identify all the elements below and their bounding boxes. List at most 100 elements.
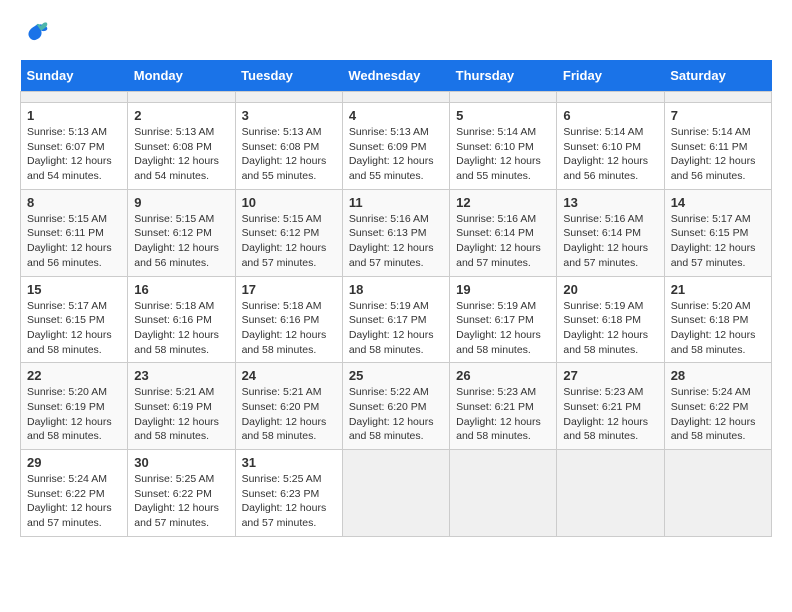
day-cell: 7 Sunrise: 5:14 AM Sunset: 6:11 PM Daylig… — [664, 103, 771, 190]
day-cell: 12 Sunrise: 5:16 AM Sunset: 6:14 PM Dayli… — [450, 189, 557, 276]
day-info: Sunrise: 5:19 AM Sunset: 6:18 PM Dayligh… — [563, 299, 657, 358]
day-info: Sunrise: 5:20 AM Sunset: 6:18 PM Dayligh… — [671, 299, 765, 358]
day-number: 7 — [671, 108, 765, 123]
calendar-table: SundayMondayTuesdayWednesdayThursdayFrid… — [20, 60, 772, 537]
day-number: 27 — [563, 368, 657, 383]
col-header-saturday: Saturday — [664, 60, 771, 92]
day-number: 23 — [134, 368, 228, 383]
day-info: Sunrise: 5:25 AM Sunset: 6:23 PM Dayligh… — [242, 472, 336, 531]
day-info: Sunrise: 5:17 AM Sunset: 6:15 PM Dayligh… — [671, 212, 765, 271]
day-cell: 25 Sunrise: 5:22 AM Sunset: 6:20 PM Dayli… — [342, 363, 449, 450]
day-number: 8 — [27, 195, 121, 210]
day-cell — [664, 450, 771, 537]
day-cell: 27 Sunrise: 5:23 AM Sunset: 6:21 PM Dayli… — [557, 363, 664, 450]
day-info: Sunrise: 5:13 AM Sunset: 6:07 PM Dayligh… — [27, 125, 121, 184]
day-number: 10 — [242, 195, 336, 210]
day-cell — [450, 450, 557, 537]
day-cell: 28 Sunrise: 5:24 AM Sunset: 6:22 PM Dayli… — [664, 363, 771, 450]
day-info: Sunrise: 5:16 AM Sunset: 6:14 PM Dayligh… — [456, 212, 550, 271]
day-number: 25 — [349, 368, 443, 383]
day-number: 18 — [349, 282, 443, 297]
day-info: Sunrise: 5:16 AM Sunset: 6:14 PM Dayligh… — [563, 212, 657, 271]
col-header-thursday: Thursday — [450, 60, 557, 92]
logo-bird-icon — [20, 20, 50, 50]
day-cell: 19Sunrise: 5:19 AM Sunset: 6:17 PM Dayli… — [450, 276, 557, 363]
day-number: 16 — [134, 282, 228, 297]
day-cell: 31 Sunrise: 5:25 AM Sunset: 6:23 PM Dayli… — [235, 450, 342, 537]
day-number: 26 — [456, 368, 550, 383]
day-cell — [342, 450, 449, 537]
day-cell: 24 Sunrise: 5:21 AM Sunset: 6:20 PM Dayli… — [235, 363, 342, 450]
week-row-5: 29 Sunrise: 5:24 AM Sunset: 6:22 PM Dayli… — [21, 450, 772, 537]
day-cell: 26 Sunrise: 5:23 AM Sunset: 6:21 PM Dayli… — [450, 363, 557, 450]
day-info: Sunrise: 5:14 AM Sunset: 6:10 PM Dayligh… — [456, 125, 550, 184]
day-info: Sunrise: 5:15 AM Sunset: 6:12 PM Dayligh… — [242, 212, 336, 271]
day-cell: 23Sunrise: 5:21 AM Sunset: 6:19 PM Dayli… — [128, 363, 235, 450]
day-number: 30 — [134, 455, 228, 470]
day-cell: 20 Sunrise: 5:19 AM Sunset: 6:18 PM Dayli… — [557, 276, 664, 363]
col-header-wednesday: Wednesday — [342, 60, 449, 92]
day-cell: 8 Sunrise: 5:15 AM Sunset: 6:11 PM Daylig… — [21, 189, 128, 276]
day-cell — [21, 92, 128, 103]
day-cell — [128, 92, 235, 103]
week-row-1: 1 Sunrise: 5:13 AM Sunset: 6:07 PM Daylig… — [21, 103, 772, 190]
day-info: Sunrise: 5:14 AM Sunset: 6:10 PM Dayligh… — [563, 125, 657, 184]
day-cell: 2Sunrise: 5:13 AM Sunset: 6:08 PM Daylig… — [128, 103, 235, 190]
logo — [20, 20, 54, 50]
day-cell — [235, 92, 342, 103]
day-cell — [557, 92, 664, 103]
day-info: Sunrise: 5:20 AM Sunset: 6:19 PM Dayligh… — [27, 385, 121, 444]
day-cell: 10 Sunrise: 5:15 AM Sunset: 6:12 PM Dayli… — [235, 189, 342, 276]
day-info: Sunrise: 5:25 AM Sunset: 6:22 PM Dayligh… — [134, 472, 228, 531]
day-number: 21 — [671, 282, 765, 297]
day-number: 5 — [456, 108, 550, 123]
day-number: 15 — [27, 282, 121, 297]
day-cell: 14 Sunrise: 5:17 AM Sunset: 6:15 PM Dayli… — [664, 189, 771, 276]
day-info: Sunrise: 5:23 AM Sunset: 6:21 PM Dayligh… — [563, 385, 657, 444]
day-info: Sunrise: 5:24 AM Sunset: 6:22 PM Dayligh… — [27, 472, 121, 531]
day-info: Sunrise: 5:18 AM Sunset: 6:16 PM Dayligh… — [134, 299, 228, 358]
day-number: 14 — [671, 195, 765, 210]
day-number: 20 — [563, 282, 657, 297]
day-cell — [664, 92, 771, 103]
day-cell — [450, 92, 557, 103]
day-cell: 5 Sunrise: 5:14 AM Sunset: 6:10 PM Daylig… — [450, 103, 557, 190]
day-number: 22 — [27, 368, 121, 383]
day-info: Sunrise: 5:15 AM Sunset: 6:12 PM Dayligh… — [134, 212, 228, 271]
day-number: 9 — [134, 195, 228, 210]
day-info: Sunrise: 5:19 AM Sunset: 6:17 PM Dayligh… — [349, 299, 443, 358]
day-number: 12 — [456, 195, 550, 210]
day-number: 17 — [242, 282, 336, 297]
day-number: 29 — [27, 455, 121, 470]
day-info: Sunrise: 5:23 AM Sunset: 6:21 PM Dayligh… — [456, 385, 550, 444]
day-cell: 9 Sunrise: 5:15 AM Sunset: 6:12 PM Daylig… — [128, 189, 235, 276]
day-info: Sunrise: 5:13 AM Sunset: 6:08 PM Dayligh… — [242, 125, 336, 184]
day-cell — [342, 92, 449, 103]
day-cell: 18 Sunrise: 5:19 AM Sunset: 6:17 PM Dayli… — [342, 276, 449, 363]
day-number: 1 — [27, 108, 121, 123]
day-number: 31 — [242, 455, 336, 470]
day-info: Sunrise: 5:19 AM Sunset: 6:17 PM Dayligh… — [456, 299, 550, 358]
day-info: Sunrise: 5:16 AM Sunset: 6:13 PM Dayligh… — [349, 212, 443, 271]
day-number: 28 — [671, 368, 765, 383]
day-info: Sunrise: 5:17 AM Sunset: 6:15 PM Dayligh… — [27, 299, 121, 358]
day-info: Sunrise: 5:18 AM Sunset: 6:16 PM Dayligh… — [242, 299, 336, 358]
day-number: 2 — [134, 108, 228, 123]
day-cell: 22 Sunrise: 5:20 AM Sunset: 6:19 PM Dayli… — [21, 363, 128, 450]
day-cell — [557, 450, 664, 537]
day-cell: 3Sunrise: 5:13 AM Sunset: 6:08 PM Daylig… — [235, 103, 342, 190]
day-cell: 16 Sunrise: 5:18 AM Sunset: 6:16 PM Dayli… — [128, 276, 235, 363]
week-row-0 — [21, 92, 772, 103]
day-info: Sunrise: 5:22 AM Sunset: 6:20 PM Dayligh… — [349, 385, 443, 444]
header — [20, 20, 772, 50]
day-number: 24 — [242, 368, 336, 383]
day-info: Sunrise: 5:14 AM Sunset: 6:11 PM Dayligh… — [671, 125, 765, 184]
day-cell: 6Sunrise: 5:14 AM Sunset: 6:10 PM Daylig… — [557, 103, 664, 190]
day-number: 13 — [563, 195, 657, 210]
day-info: Sunrise: 5:24 AM Sunset: 6:22 PM Dayligh… — [671, 385, 765, 444]
day-info: Sunrise: 5:21 AM Sunset: 6:20 PM Dayligh… — [242, 385, 336, 444]
col-header-friday: Friday — [557, 60, 664, 92]
week-row-4: 22 Sunrise: 5:20 AM Sunset: 6:19 PM Dayli… — [21, 363, 772, 450]
day-info: Sunrise: 5:15 AM Sunset: 6:11 PM Dayligh… — [27, 212, 121, 271]
col-header-monday: Monday — [128, 60, 235, 92]
